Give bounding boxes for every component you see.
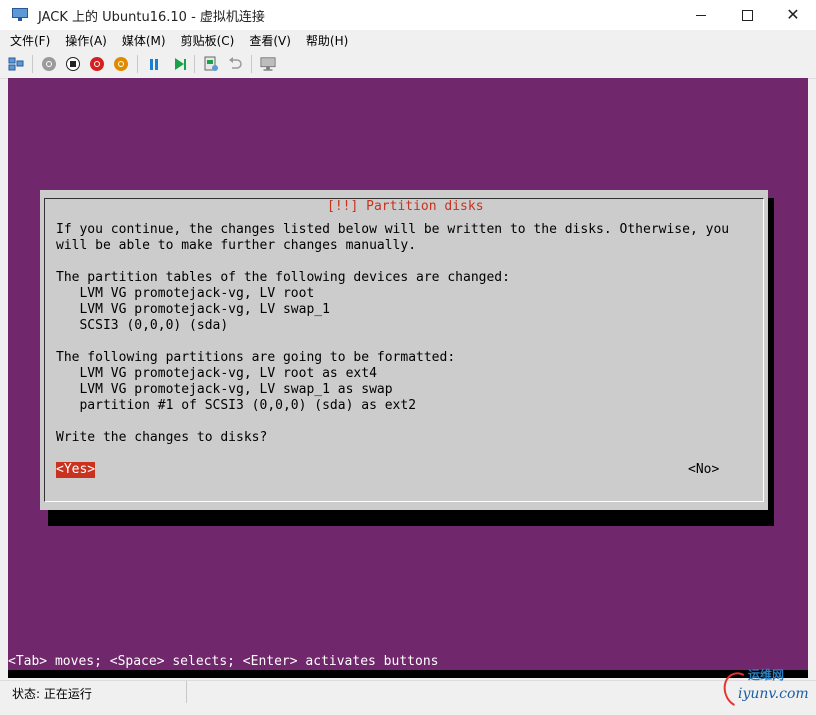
toolbar: [0, 50, 816, 79]
close-icon: ✕: [786, 5, 800, 24]
ctrl-alt-del-icon[interactable]: [8, 56, 24, 72]
pause-icon[interactable]: [146, 56, 162, 72]
installer-text-line: will be able to make further changes man…: [56, 238, 417, 253]
site-watermark: 运维网 iyunv.com: [718, 666, 810, 713]
installer-text-line: LVM VG promotejack-vg, LV swap_1: [56, 302, 330, 317]
menu-help[interactable]: 帮助(H): [301, 32, 353, 49]
toolbar-separator: [32, 55, 33, 73]
installer-text-line: The partition tables of the following de…: [56, 270, 510, 285]
yes-button[interactable]: <Yes>: [56, 462, 96, 478]
status-text: 状态: 正在运行: [12, 687, 92, 701]
menu-bar: 文件(F) 操作(A) 媒体(M) 剪贴板(C) 查看(V) 帮助(H): [0, 30, 816, 50]
watermark-subtext: iyunv.com: [738, 686, 809, 702]
installer-text-line: LVM VG promotejack-vg, LV root: [56, 286, 315, 301]
menu-action[interactable]: 操作(A): [60, 32, 112, 49]
installer-text-line: LVM VG promotejack-vg, LV root as ext4: [56, 366, 377, 381]
window-title: JACK 上的 Ubuntu16.10 - 虚拟机连接: [38, 9, 265, 25]
console-bottom: [8, 670, 808, 678]
title-bar[interactable]: JACK 上的 Ubuntu16.10 - 虚拟机连接 ✕: [0, 0, 816, 30]
vm-connection-icon: [12, 8, 30, 22]
watermark-text: 运维网: [748, 668, 785, 682]
toolbar-separator: [137, 55, 138, 73]
checkpoint-icon[interactable]: [203, 56, 219, 72]
menu-media[interactable]: 媒体(M): [117, 32, 171, 49]
vm-screen[interactable]: [!!] Partition disks If you continue, th…: [8, 78, 808, 678]
installer-text-line: partition #1 of SCSI3 (0,0,0) (sda) as e…: [56, 398, 417, 413]
dialog-title: [!!] Partition disks: [319, 199, 492, 215]
installer-text-line: The following partitions are going to be…: [56, 350, 456, 365]
help-line: <Tab> moves; <Space> selects; <Enter> ac…: [8, 654, 808, 670]
minimize-icon: [696, 14, 706, 16]
start-icon[interactable]: [41, 56, 57, 72]
status-separator: [186, 681, 187, 703]
enhanced-session-icon[interactable]: [260, 56, 276, 72]
turn-off-icon[interactable]: [65, 56, 81, 72]
minimize-button[interactable]: [678, 0, 724, 30]
resume-icon[interactable]: [170, 56, 186, 72]
close-button[interactable]: ✕: [770, 0, 816, 30]
menu-file[interactable]: 文件(F): [5, 32, 55, 49]
vm-connection-window: JACK 上的 Ubuntu16.10 - 虚拟机连接 ✕ 文件(F) 操作(A…: [0, 0, 816, 715]
revert-icon[interactable]: [227, 56, 243, 72]
shutdown-icon[interactable]: [89, 56, 105, 72]
status-bar: 状态: 正在运行: [0, 680, 816, 715]
toolbar-separator: [251, 55, 252, 73]
installer-text-line: LVM VG promotejack-vg, LV swap_1 as swap: [56, 382, 393, 397]
installer-question: Write the changes to disks?: [56, 430, 268, 445]
window-controls: ✕: [678, 0, 816, 30]
toolbar-separator: [194, 55, 195, 73]
menu-clipboard[interactable]: 剪贴板(C): [176, 32, 240, 49]
maximize-button[interactable]: [724, 0, 770, 30]
installer-text-line: If you continue, the changes listed belo…: [56, 222, 730, 237]
maximize-icon: [741, 9, 753, 21]
no-button[interactable]: <No>: [688, 462, 719, 478]
installer-text-line: SCSI3 (0,0,0) (sda): [56, 318, 229, 333]
menu-view[interactable]: 查看(V): [244, 32, 296, 49]
save-icon[interactable]: [113, 56, 129, 72]
